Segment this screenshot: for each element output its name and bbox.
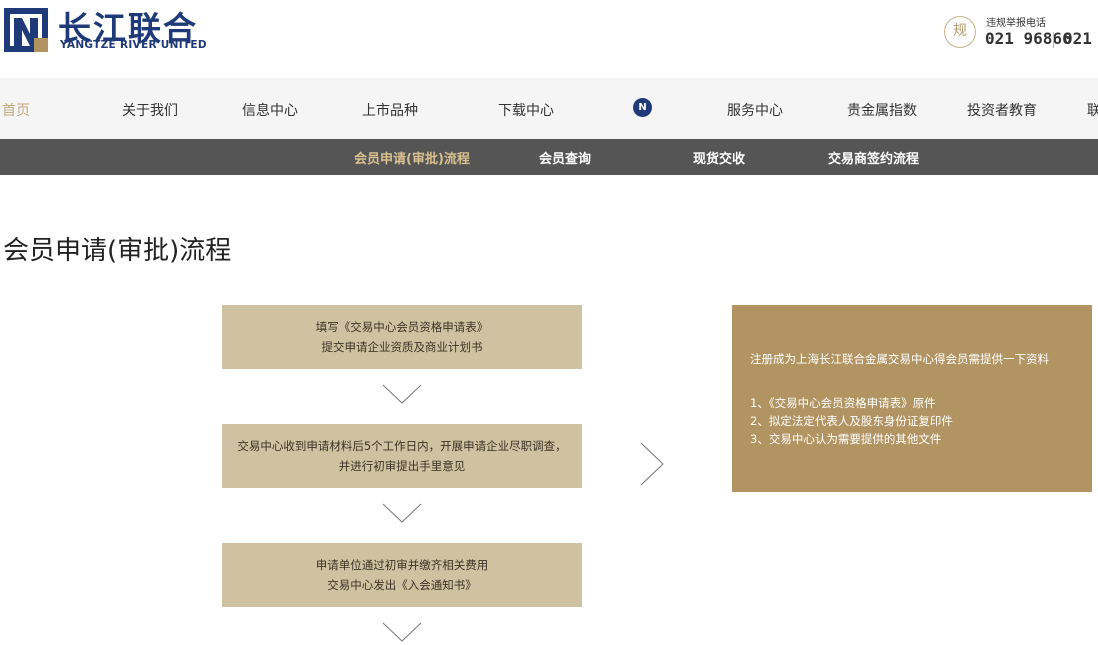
nav-investor-education[interactable]: 投资者教育 [967, 100, 1037, 120]
nav-info-center[interactable]: 信息中心 [242, 100, 298, 120]
chevron-down-icon [382, 503, 422, 523]
hotline-divider [1053, 32, 1054, 48]
requirements-list: 1、《交易中心会员资格申请表》原件 2、拟定法定代表人及股东身份证复印件 3、交… [750, 394, 953, 448]
flow-step: 交易中心收到申请材料后5个工作日内，开展申请企业尽职调查， 并进行初审提出手里意… [222, 424, 582, 488]
flow-step-line: 交易中心收到申请材料后5个工作日内，开展申请企业尽职调查， [237, 439, 567, 453]
flow-step-line: 提交申请企业资质及商业计划书 [321, 340, 483, 354]
chevron-right-icon [640, 442, 664, 486]
nav-listed-products[interactable]: 上市品种 [362, 100, 418, 120]
flow-step-line: 填写《交易中心会员资格申请表》 [315, 320, 489, 334]
flow-step-line: 申请单位通过初审并缴齐相关费用 [315, 558, 489, 572]
nav-about[interactable]: 关于我们 [122, 100, 178, 120]
subnav-spot-delivery[interactable]: 现货交收 [693, 148, 745, 167]
nav-home[interactable]: 首页 [2, 100, 30, 120]
requirements-item: 2、拟定法定代表人及股东身份证复印件 [750, 414, 953, 428]
logo-icon[interactable] [4, 8, 48, 52]
logo-subtitle: YANGTZE RIVER UNITED [60, 39, 207, 51]
requirements-item: 1、《交易中心会员资格申请表》原件 [750, 396, 936, 410]
nav-precious-metal-index[interactable]: 贵金属指数 [847, 100, 917, 120]
subnav-member-application[interactable]: 会员申请(审批)流程 [354, 148, 470, 167]
page-title: 会员申请(审批)流程 [3, 236, 232, 266]
subnav-trader-signing[interactable]: 交易商签约流程 [828, 148, 919, 167]
nav-downloads[interactable]: 下载中心 [498, 100, 554, 120]
flow-step: 填写《交易中心会员资格申请表》 提交申请企业资质及商业计划书 [222, 305, 582, 369]
nav-logo-icon[interactable]: N [633, 98, 652, 117]
nav-service-center[interactable]: 服务中心 [727, 100, 783, 120]
requirements-box: 注册成为上海长江联合金属交易中心得会员需提供一下资料 1、《交易中心会员资格申请… [732, 305, 1092, 492]
report-icon: 规 [944, 16, 976, 48]
flow-step-line: 并进行初审提出手里意见 [338, 459, 466, 473]
flow-step-line: 交易中心发出《入会通知书》 [327, 578, 477, 592]
hotline-number-2: 021 6 [1063, 29, 1098, 48]
chevron-down-icon [382, 384, 422, 404]
requirements-title: 注册成为上海长江联合金属交易中心得会员需提供一下资料 [750, 352, 1049, 366]
requirements-item: 3、交易中心认为需要提供的其他文件 [750, 432, 942, 446]
chevron-down-icon [382, 622, 422, 642]
hotline-label: 违规举报电话 [986, 18, 1046, 29]
subnav-member-query[interactable]: 会员查询 [539, 148, 591, 167]
nav-contact[interactable]: 联 [1087, 100, 1098, 120]
hotline-number: 021 96866 [985, 29, 1072, 48]
flow-step: 申请单位通过初审并缴齐相关费用 交易中心发出《入会通知书》 [222, 543, 582, 607]
